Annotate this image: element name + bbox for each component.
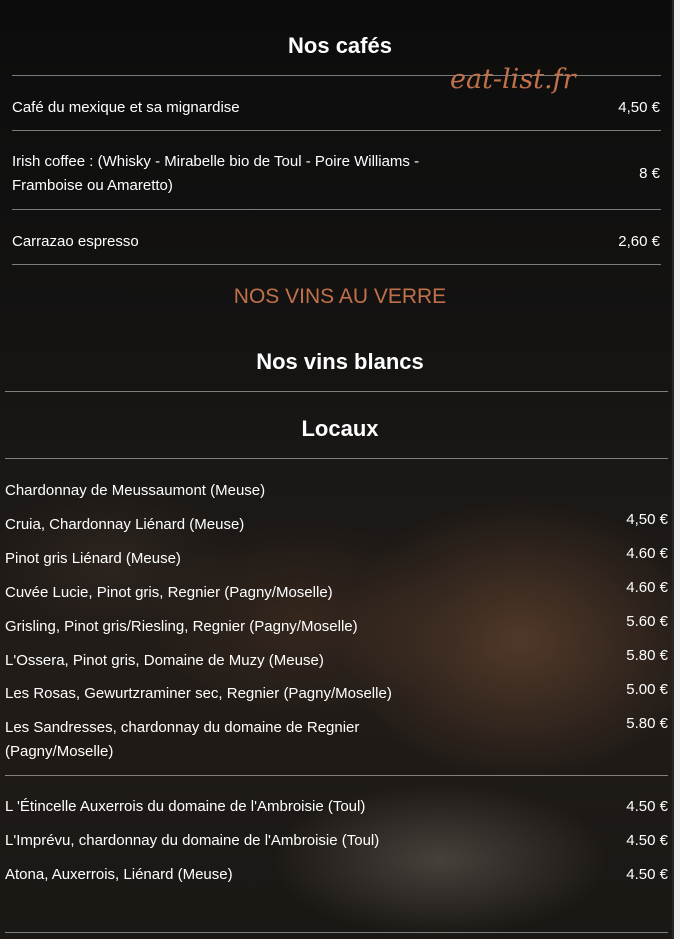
wine-item-name: Cuvée Lucie, Pinot gris, Regnier (Pagny/… [5, 584, 333, 601]
divider [5, 932, 668, 933]
wine-item-price: 4.50 € [626, 798, 668, 815]
cafe-item-name: Carrazao espresso [12, 233, 139, 250]
wine-item-name: Les Rosas, Gewurtzraminer sec, Regnier (… [5, 685, 392, 702]
wine-item-price: 5.00 € [626, 681, 668, 698]
divider [12, 130, 661, 131]
wine-item-name: Pinot gris Liénard (Meuse) [5, 550, 181, 567]
wine-item-name: Atona, Auxerrois, Liénard (Meuse) [5, 866, 233, 883]
cafe-item-price: 2,60 € [618, 233, 660, 250]
cafe-item-price: 8 € [639, 165, 660, 182]
wine-item-price: 5.60 € [626, 613, 668, 630]
locaux-subtitle: Locaux [301, 416, 379, 441]
wine-item-name: L 'Étincelle Auxerrois du domaine de l'A… [5, 798, 366, 815]
wine-item-name: Les Sandresses, chardonnay du domaine de… [5, 719, 360, 736]
divider [5, 775, 668, 776]
section-heading-vins-au-verre: NOS VINS AU VERRE [233, 285, 447, 308]
wine-item-price: 4.50 € [626, 832, 668, 849]
cafe-item-name: Framboise ou Amaretto) [12, 177, 173, 194]
cafe-item-price: 4,50 € [618, 99, 660, 116]
wine-item-price: 4.60 € [626, 545, 668, 562]
vins-blancs-title: Nos vins blancs [256, 349, 424, 374]
wine-item-price: 4.60 € [626, 579, 668, 596]
divider [12, 209, 661, 210]
cafes-title: Nos cafés [288, 33, 392, 58]
cafe-item-name: Irish coffee : (Whisky - Mirabelle bio d… [12, 153, 420, 170]
page-edge [674, 0, 680, 939]
wine-item-name: Cruia, Chardonnay Liénard (Meuse) [5, 516, 245, 533]
wine-item-price: 4,50 € [626, 511, 668, 528]
wine-item-name: Grisling, Pinot gris/Riesling, Regnier (… [5, 618, 358, 635]
wine-item-name: L'Imprévu, chardonnay du domaine de l'Am… [5, 832, 380, 849]
watermark: eat-list.fr [450, 64, 576, 95]
wine-item-name: Chardonnay de Meussaumont (Meuse) [5, 482, 266, 499]
wine-item-price: 5.80 € [626, 647, 668, 664]
cafe-item-name: Café du mexique et sa mignardise [12, 99, 240, 116]
divider [12, 264, 661, 265]
wine-item-price: 4.50 € [626, 866, 668, 883]
wine-item-name: (Pagny/Moselle) [5, 743, 114, 760]
wine-item-name: L'Ossera, Pinot gris, Domaine de Muzy (M… [5, 652, 324, 669]
divider [5, 458, 668, 459]
wine-item-price: 5.80 € [626, 715, 668, 732]
divider [5, 391, 668, 392]
